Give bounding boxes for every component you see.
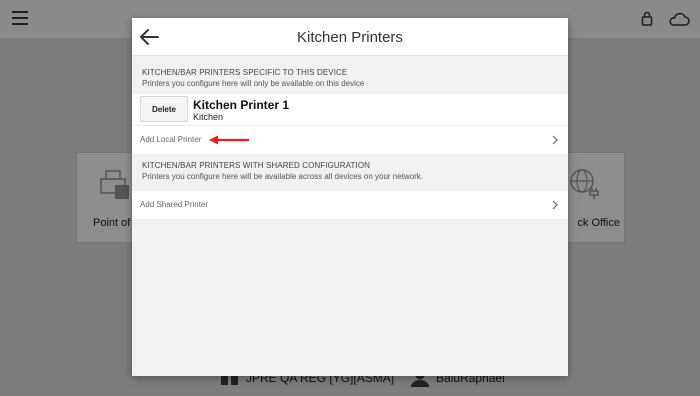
section-title: KITCHEN/BAR PRINTERS SPECIFIC TO THIS DE… xyxy=(142,68,348,77)
printer-row[interactable]: Delete Kitchen Printer 1 Kitchen xyxy=(132,94,568,126)
lock-icon[interactable] xyxy=(641,11,653,26)
section-description: Printers you configure here will be avai… xyxy=(142,172,424,181)
shared-printers-section-header: KITCHEN/BAR PRINTERS WITH SHARED CONFIGU… xyxy=(132,154,568,191)
dialog-title: Kitchen Printers xyxy=(297,29,403,46)
add-local-printer-row[interactable]: Add Local Printer xyxy=(132,126,568,154)
dialog-header: Kitchen Printers xyxy=(132,18,568,56)
tile-label: ck Office xyxy=(577,217,620,229)
hamburger-icon[interactable] xyxy=(12,11,28,25)
add-local-printer-label: Add Local Printer xyxy=(140,135,202,144)
section-description: Printers you configure here will only be… xyxy=(142,79,365,88)
chevron-right-icon xyxy=(552,135,558,145)
section-title: KITCHEN/BAR PRINTERS WITH SHARED CONFIGU… xyxy=(142,161,371,170)
printer-subtitle: Kitchen xyxy=(193,112,224,122)
kitchen-printers-dialog: Kitchen Printers KITCHEN/BAR PRINTERS SP… xyxy=(132,18,568,376)
local-printers-section-header: KITCHEN/BAR PRINTERS SPECIFIC TO THIS DE… xyxy=(132,56,568,94)
cloud-icon[interactable] xyxy=(668,12,690,26)
annotation-arrow-icon xyxy=(209,135,249,145)
add-shared-printer-label: Add Shared Printer xyxy=(140,200,209,209)
printer-icon xyxy=(100,170,129,199)
chevron-right-icon xyxy=(552,200,558,210)
delete-printer-button[interactable]: Delete xyxy=(140,96,188,122)
add-shared-printer-row[interactable]: Add Shared Printer xyxy=(132,191,568,219)
back-office-tile[interactable]: ck Office xyxy=(565,152,625,243)
printer-name: Kitchen Printer 1 xyxy=(193,98,290,112)
globe-plug-icon xyxy=(570,169,599,199)
point-of-sale-tile[interactable]: Point of S xyxy=(76,152,141,243)
